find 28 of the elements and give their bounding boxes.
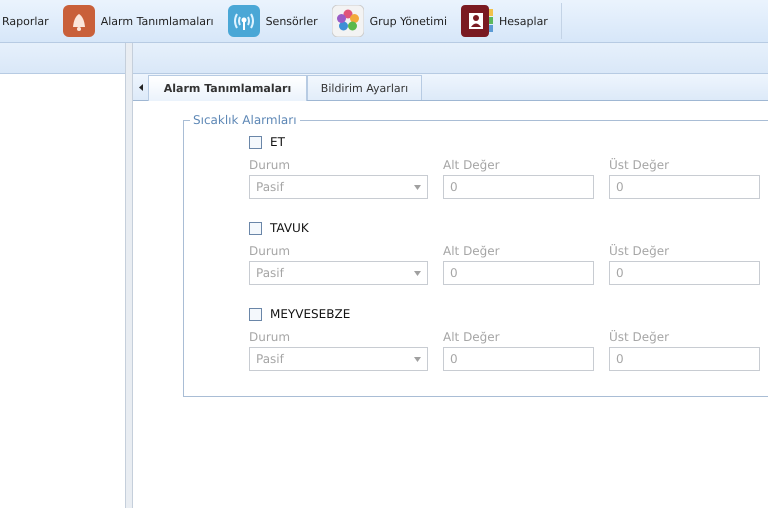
antenna-icon [228, 5, 260, 37]
toolbar-item[interactable]: Grup Yönetimi [370, 14, 448, 28]
group-title: Sıcaklık Alarmları [192, 113, 298, 127]
field-label: Durum [249, 330, 292, 344]
field-label: Alt Değer [443, 244, 501, 258]
bell-icon [62, 5, 95, 37]
field-label: Alt Değer [443, 158, 501, 172]
toolbar-item[interactable]: Sensörler [266, 14, 318, 28]
dropdown-arrow-icon [414, 356, 421, 362]
tab[interactable]: Bildirim Ayarları [307, 75, 422, 100]
tab[interactable]: Alarm Tanımlamaları [148, 75, 307, 101]
field-label: Durum [249, 244, 292, 258]
dropdown-arrow-icon [414, 184, 421, 190]
checkbox-label: TAVUK [270, 221, 309, 235]
flower-icon [332, 5, 364, 37]
contact-book-icon [461, 5, 494, 37]
field-label: Üst Değer [609, 158, 670, 172]
toolbar-item[interactable]: Raporlar [2, 14, 49, 28]
checkbox-label: ET [270, 135, 285, 149]
left-arrow-icon [139, 84, 143, 91]
dropdown-arrow-icon [414, 270, 421, 276]
checkbox-label: MEYVESEBZE [270, 307, 350, 321]
field-label: Alt Değer [443, 330, 501, 344]
field-label: Durum [249, 158, 292, 172]
toolbar-item[interactable]: Hesaplar [499, 14, 548, 28]
toolbar-item[interactable]: Alarm Tanımlamaları [100, 14, 214, 28]
field-label: Üst Değer [609, 330, 670, 344]
field-label: Üst Değer [609, 244, 670, 258]
